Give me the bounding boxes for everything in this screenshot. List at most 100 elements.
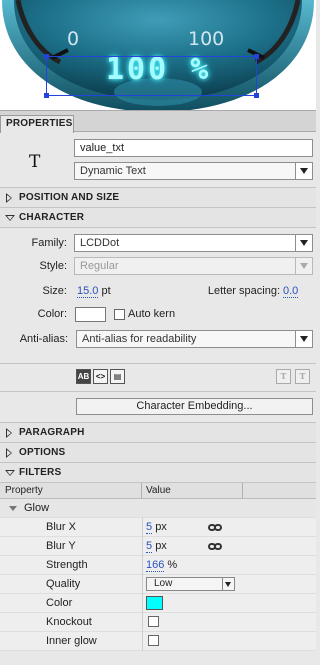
collapse-arrow-icon [9,506,17,511]
filter-group-name: Glow [24,502,50,514]
chevron-down-icon[interactable] [295,331,312,347]
font-family-value: LCDDot [80,237,120,249]
instance-area: T value_txt Dynamic Text [0,132,316,188]
size-label: Size: [42,285,67,297]
expand-arrow-icon [6,448,12,458]
tab-properties[interactable]: PROPERTIES [0,115,74,133]
text-type-select[interactable]: Dynamic Text [74,162,313,180]
filters-table: Property Value Glow Blur X 5 px Blur Y 5… [0,483,316,651]
filter-row-quality: Quality Low [0,575,316,594]
blur-y-field[interactable]: 5 px [146,540,167,553]
knockout-label: Knockout [46,616,92,628]
strength-value[interactable]: 166 [146,559,165,572]
link-icon[interactable] [208,543,222,551]
collapse-arrow-icon [5,215,15,221]
section-title: POSITION AND SIZE [19,192,120,203]
blur-x-label: Blur X [46,521,76,533]
font-style-value: Regular [80,260,119,272]
glow-color-swatch[interactable] [146,596,163,610]
blur-x-unit: px [155,521,167,533]
filter-row-inner-glow: Inner glow [0,632,316,651]
font-style-select[interactable]: Regular [74,257,313,275]
strength-label: Strength [46,559,88,571]
font-family-select[interactable]: LCDDot [74,234,313,252]
inner-glow-label: Inner glow [46,635,97,647]
size-field[interactable]: 15.0 pt [77,285,111,298]
expand-arrow-icon [6,193,12,203]
filter-group-glow[interactable]: Glow [0,499,316,518]
stage-canvas[interactable]: 0 100 100 % [0,0,316,110]
panel-tabbar: PROPERTIES [0,110,316,133]
strength-field[interactable]: 166 % [146,559,178,572]
section-title: FILTERS [19,467,62,478]
scale-max-label: 100 [188,28,225,50]
quality-label: Quality [46,578,81,590]
properties-panel: PROPERTIES T value_txt Dynamic Text POSI… [0,110,316,665]
antialias-select[interactable]: Anti-alias for readability [76,330,313,348]
column-header-property[interactable]: Property [5,485,43,496]
blur-y-unit: px [155,540,167,552]
antialias-label: Anti-alias: [19,333,68,345]
character-embedding-button[interactable]: Character Embedding... [76,398,313,415]
section-options[interactable]: OPTIONS [0,443,316,463]
section-paragraph[interactable]: PARAGRAPH [0,423,316,443]
color-label: Color: [37,308,67,320]
link-icon[interactable] [208,524,222,532]
instance-name-input[interactable]: value_txt [74,139,313,157]
embed-row: Character Embedding... [0,392,316,423]
scale-min-label: 0 [67,28,80,50]
column-header-value[interactable]: Value [146,485,171,496]
filter-row-blur-y: Blur Y 5 px [0,537,316,556]
expand-arrow-icon [6,428,12,438]
filter-row-color: Color [0,594,316,613]
section-character[interactable]: CHARACTER [0,208,316,228]
text-color-swatch[interactable] [75,307,106,322]
knockout-checkbox[interactable] [148,616,159,627]
text-selection-box[interactable] [44,54,259,98]
resize-handle-tr[interactable] [254,54,259,59]
letter-spacing-field[interactable]: 0.0 [283,285,299,298]
subscript-icon[interactable]: T [295,369,310,384]
quality-value: Low [154,578,173,589]
resize-handle-bl[interactable] [44,93,49,98]
auto-kern-label: Auto kern [128,308,176,320]
blur-x-value[interactable]: 5 [146,521,153,534]
chevron-down-icon[interactable] [295,258,312,274]
size-unit: pt [101,285,111,297]
chevron-down-icon[interactable] [222,578,234,590]
resize-handle-tl[interactable] [44,54,49,59]
quality-select[interactable]: Low [146,577,235,591]
section-title: CHARACTER [19,212,85,223]
strength-unit: % [167,559,178,571]
text-tool-icon: T [29,152,41,172]
size-value[interactable]: 15.0 [77,285,99,298]
filter-row-blur-x: Blur X 5 px [0,518,316,537]
chevron-down-icon[interactable] [295,235,312,251]
chevron-down-icon[interactable] [295,163,312,179]
text-format-toolbar: AB <> ▤ T T [0,364,316,392]
family-label: Family: [31,237,67,249]
blur-x-field[interactable]: 5 px [146,521,167,534]
collapse-arrow-icon [5,470,15,476]
superscript-icon[interactable]: T [276,369,291,384]
style-label: Style: [39,260,67,272]
selectable-text-icon[interactable]: AB [76,369,91,384]
inner-glow-checkbox[interactable] [148,635,159,646]
antialias-value: Anti-alias for readability [82,333,197,345]
section-title: OPTIONS [19,447,66,458]
filters-table-header: Property Value [0,483,316,499]
border-icon[interactable]: ▤ [110,369,125,384]
section-position-size[interactable]: POSITION AND SIZE [0,188,316,208]
filter-row-knockout: Knockout [0,613,316,632]
resize-handle-br[interactable] [254,93,259,98]
text-type-value: Dynamic Text [80,165,146,177]
letter-spacing-label: Letter spacing: [207,285,280,297]
letter-spacing-value[interactable]: 0.0 [283,285,299,298]
section-title: PARAGRAPH [19,427,85,438]
glow-color-label: Color [46,597,73,609]
section-filters[interactable]: FILTERS [0,463,316,483]
blur-y-value[interactable]: 5 [146,540,153,553]
auto-kern-checkbox[interactable] [114,309,125,320]
render-html-icon[interactable]: <> [93,369,108,384]
character-section-body: Family: LCDDot Style: Regular Size: 15.0… [0,228,316,364]
